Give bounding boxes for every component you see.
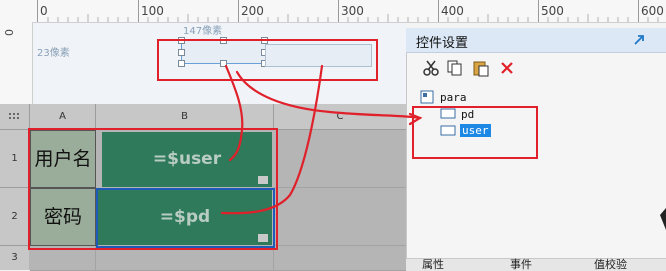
arrow-widget-to-tree bbox=[235, 70, 422, 120]
arrow-user-to-cell bbox=[224, 64, 244, 162]
arrow-pd-to-cell bbox=[220, 64, 324, 215]
annotation-arrows bbox=[220, 64, 666, 230]
edge-arrow-icon bbox=[660, 208, 666, 230]
